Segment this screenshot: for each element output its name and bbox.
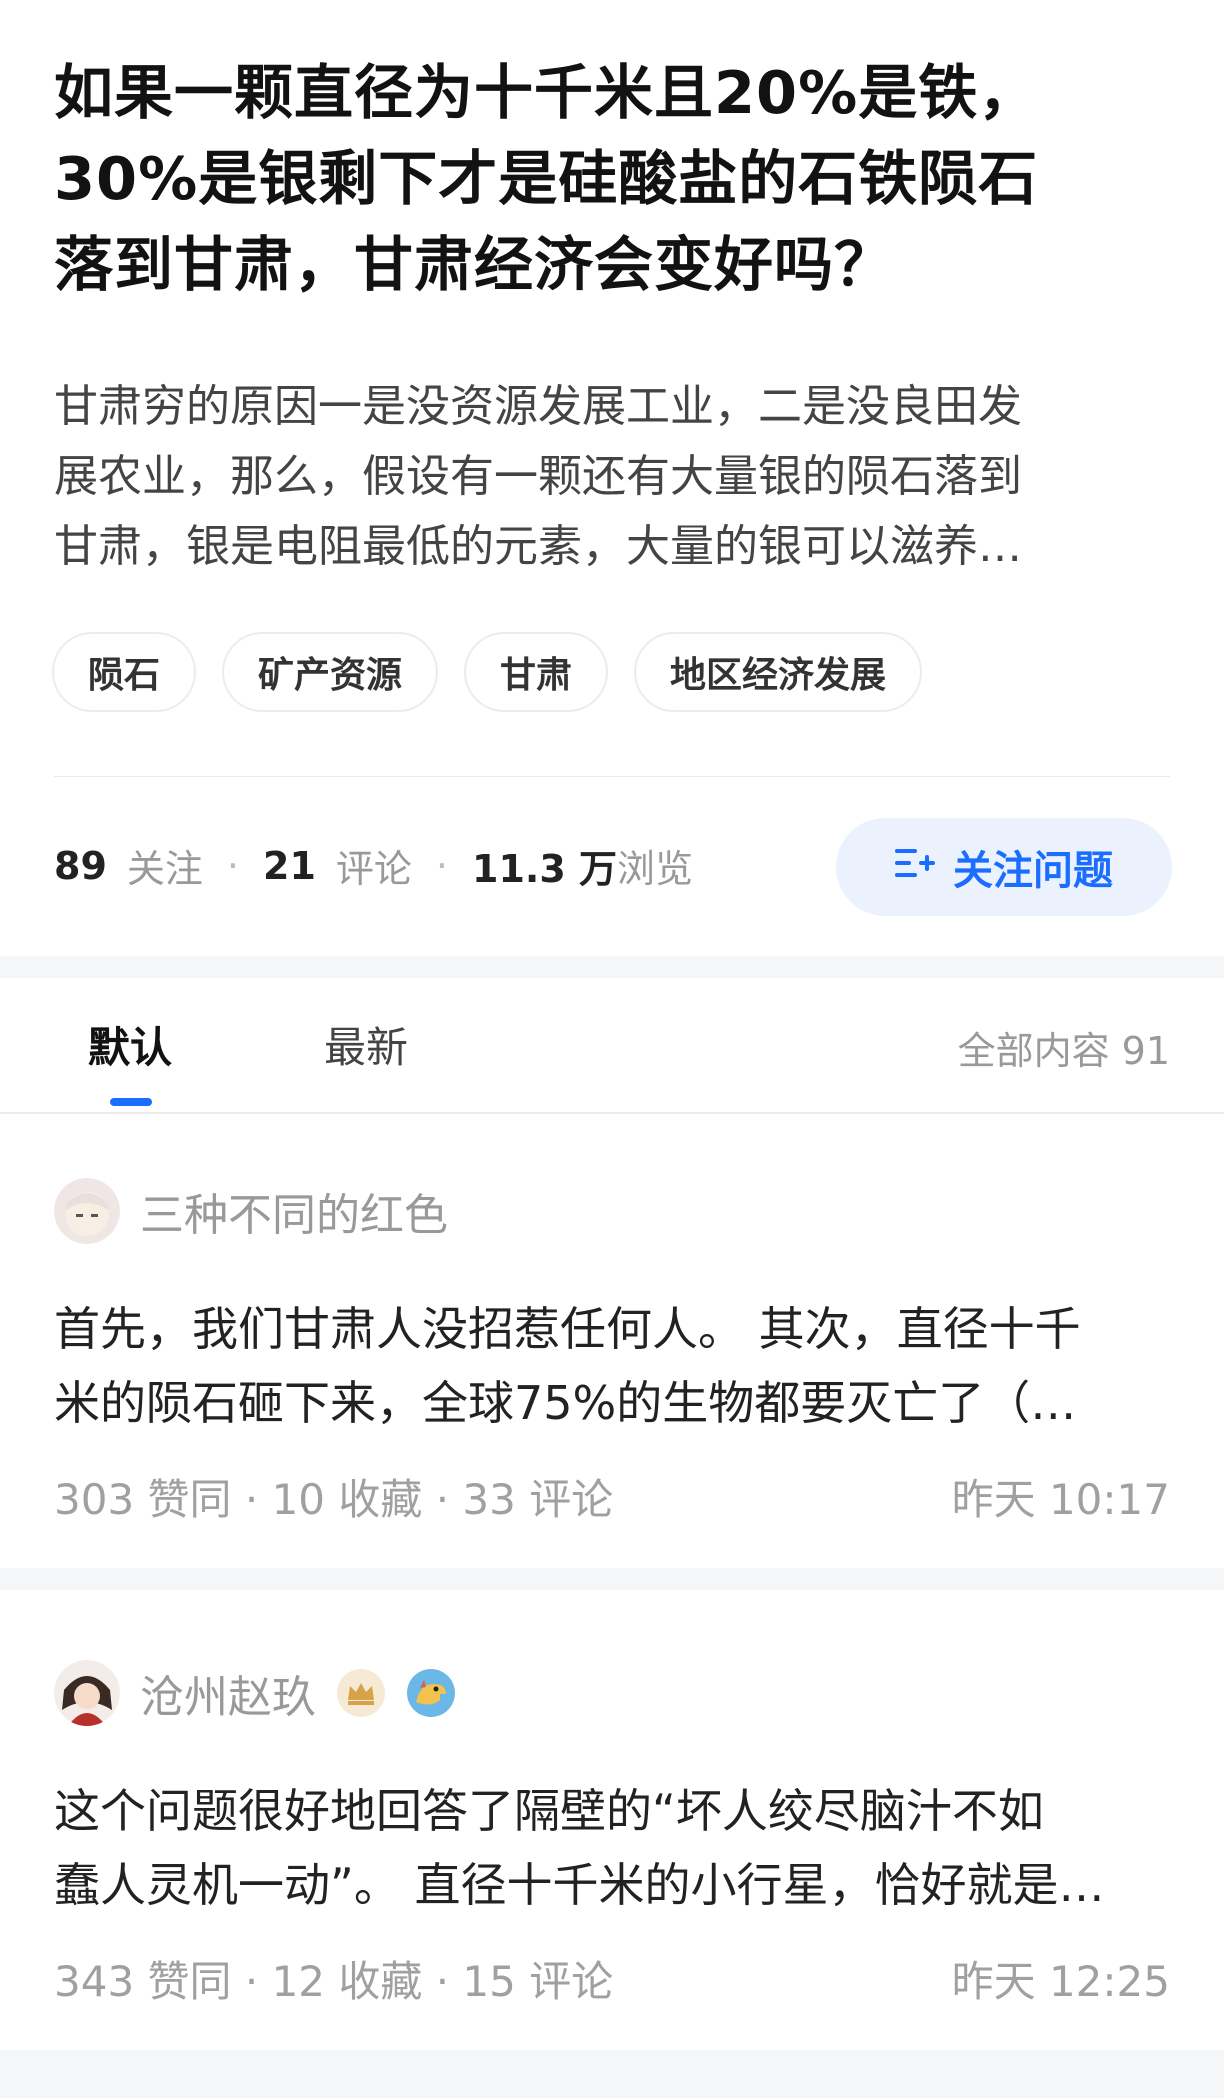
comments-count: 21 [263, 843, 316, 888]
author-name[interactable]: 三种不同的红色 [140, 1179, 448, 1243]
divider [54, 776, 1170, 777]
description-line: 展农业，那么，假设有一颗还有大量银的陨石落到 [54, 451, 1022, 502]
answer-excerpt[interactable]: 首先，我们甘肃人没招惹任何人。 其次，直径十千 米的陨石砸下来，全球75%的生物… [54, 1292, 1170, 1440]
question-description[interactable]: 甘肃穷的原因一是没资源发展工业，二是没良田发 展农业，那么，假设有一颗还有大量银… [54, 372, 1174, 582]
divider [0, 1112, 1224, 1114]
followers-label: 关注 [126, 847, 203, 891]
answer-card[interactable]: 三种不同的红色 首先，我们甘肃人没招惹任何人。 其次，直径十千 米的陨石砸下来，… [54, 1176, 1170, 1527]
topic-tags: 陨石 矿产资源 甘肃 地区经济发展 [52, 632, 923, 712]
tab-latest[interactable]: 最新 [324, 1014, 408, 1075]
topic-tag[interactable]: 陨石 [52, 632, 197, 712]
answer-stats: 303 赞同 · 10 收藏 · 33 评论 [54, 1475, 614, 1524]
views-label: 浏览 [617, 847, 694, 891]
separator-dot: · [435, 843, 448, 888]
followers-count: 89 [54, 843, 107, 888]
answer-meta: 343 赞同 · 12 收藏 · 15 评论 昨天 12:25 [54, 1948, 1170, 2009]
answer-excerpt[interactable]: 这个问题很好地回答了隔壁的“坏人绞尽脑汁不如 蠢人灵机一动”。 直径十千米的小行… [54, 1774, 1170, 1922]
answer-author[interactable]: 三种不同的红色 [54, 1176, 1170, 1246]
question-title: 如果一颗直径为十千米且20%是铁， 30%是银剩下才是硅酸盐的石铁陨石 落到甘肃… [54, 50, 1164, 308]
total-content-count: 全部内容 91 [957, 1029, 1170, 1073]
question-title-line: 如果一颗直径为十千米且20%是铁， [54, 58, 1039, 127]
topic-tag[interactable]: 地区经济发展 [634, 632, 923, 712]
topic-tag[interactable]: 甘肃 [464, 632, 609, 712]
answer-author[interactable]: 沧州赵玖 [54, 1658, 1170, 1728]
active-tab-indicator [110, 1098, 152, 1106]
excerpt-line: 首先，我们甘肃人没招惹任何人。 其次，直径十千 [54, 1302, 1081, 1356]
question-title-line: 30%是银剩下才是硅酸盐的石铁陨石 [54, 144, 1039, 213]
crown-badge-icon[interactable] [336, 1668, 386, 1718]
topic-tag[interactable]: 矿产资源 [222, 632, 439, 712]
question-title-line: 落到甘肃，甘肃经济会变好吗？ [54, 230, 895, 299]
comments-label[interactable]: 评论 [336, 838, 412, 893]
dinosaur-badge-icon[interactable] [406, 1668, 456, 1718]
section-gap [0, 956, 1224, 978]
avatar[interactable] [54, 1178, 120, 1244]
views-count: 11.3 万 [472, 847, 617, 891]
separator-dot: · [226, 843, 239, 888]
author-name[interactable]: 沧州赵玖 [140, 1661, 316, 1725]
section-gap [0, 2050, 1224, 2098]
section-gap [0, 1568, 1224, 1590]
tab-default[interactable]: 默认 [88, 1014, 172, 1075]
answer-stats: 343 赞同 · 12 收藏 · 15 评论 [54, 1957, 614, 2006]
description-line: 甘肃，银是电阻最低的元素，大量的银可以滋养… [54, 521, 1022, 572]
avatar[interactable] [54, 1660, 120, 1726]
excerpt-line: 蠢人灵机一动”。 直径十千米的小行星，恰好就是… [54, 1858, 1105, 1912]
follow-plus-icon [895, 844, 935, 890]
description-line: 甘肃穷的原因一是没资源发展工业，二是没良田发 [54, 381, 1022, 432]
answer-time: 昨天 12:25 [951, 1957, 1170, 2006]
answer-card[interactable]: 沧州赵玖 这个问题很好地回答了隔壁的“坏人绞尽脑汁不如 蠢人灵机一动”。 直径十… [54, 1658, 1170, 2009]
follow-question-button[interactable]: 关注问题 [836, 818, 1172, 916]
answer-time: 昨天 10:17 [951, 1475, 1170, 1524]
question-stats: 89 关注 · 21 评论 · 11.3 万 浏览 [54, 838, 693, 893]
follow-button-label: 关注问题 [953, 848, 1113, 894]
excerpt-line: 这个问题很好地回答了隔壁的“坏人绞尽脑汁不如 [54, 1784, 1044, 1838]
excerpt-line: 米的陨石砸下来，全球75%的生物都要灭亡了（… [54, 1376, 1077, 1430]
answer-meta: 303 赞同 · 10 收藏 · 33 评论 昨天 10:17 [54, 1466, 1170, 1527]
